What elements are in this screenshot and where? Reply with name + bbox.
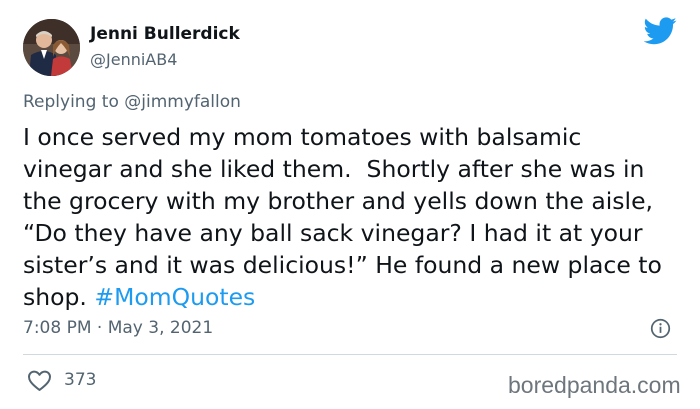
timestamp[interactable]: 7:08 PM · May 3, 2021 <box>23 318 213 338</box>
like-count: 373 <box>64 370 97 390</box>
watermark: boredpanda.com <box>508 372 681 398</box>
heart-icon[interactable] <box>27 370 52 392</box>
info-icon[interactable] <box>650 318 671 339</box>
avatar[interactable] <box>23 19 80 76</box>
replying-prefix: Replying to <box>23 92 125 112</box>
reply-mention-link[interactable]: @jimmyfallon <box>124 92 241 112</box>
tweet-text: I once served my mom tomatoes with balsa… <box>23 121 673 313</box>
divider <box>23 354 677 355</box>
replying-to: Replying to @jimmyfallon <box>23 92 241 112</box>
author-name[interactable]: Jenni Bullerdick <box>90 24 240 44</box>
twitter-bird-icon[interactable] <box>644 17 677 45</box>
author-handle[interactable]: @JenniAB4 <box>90 50 177 69</box>
avatar-photo <box>23 19 80 76</box>
hashtag-link[interactable]: #MomQuotes <box>94 283 255 311</box>
